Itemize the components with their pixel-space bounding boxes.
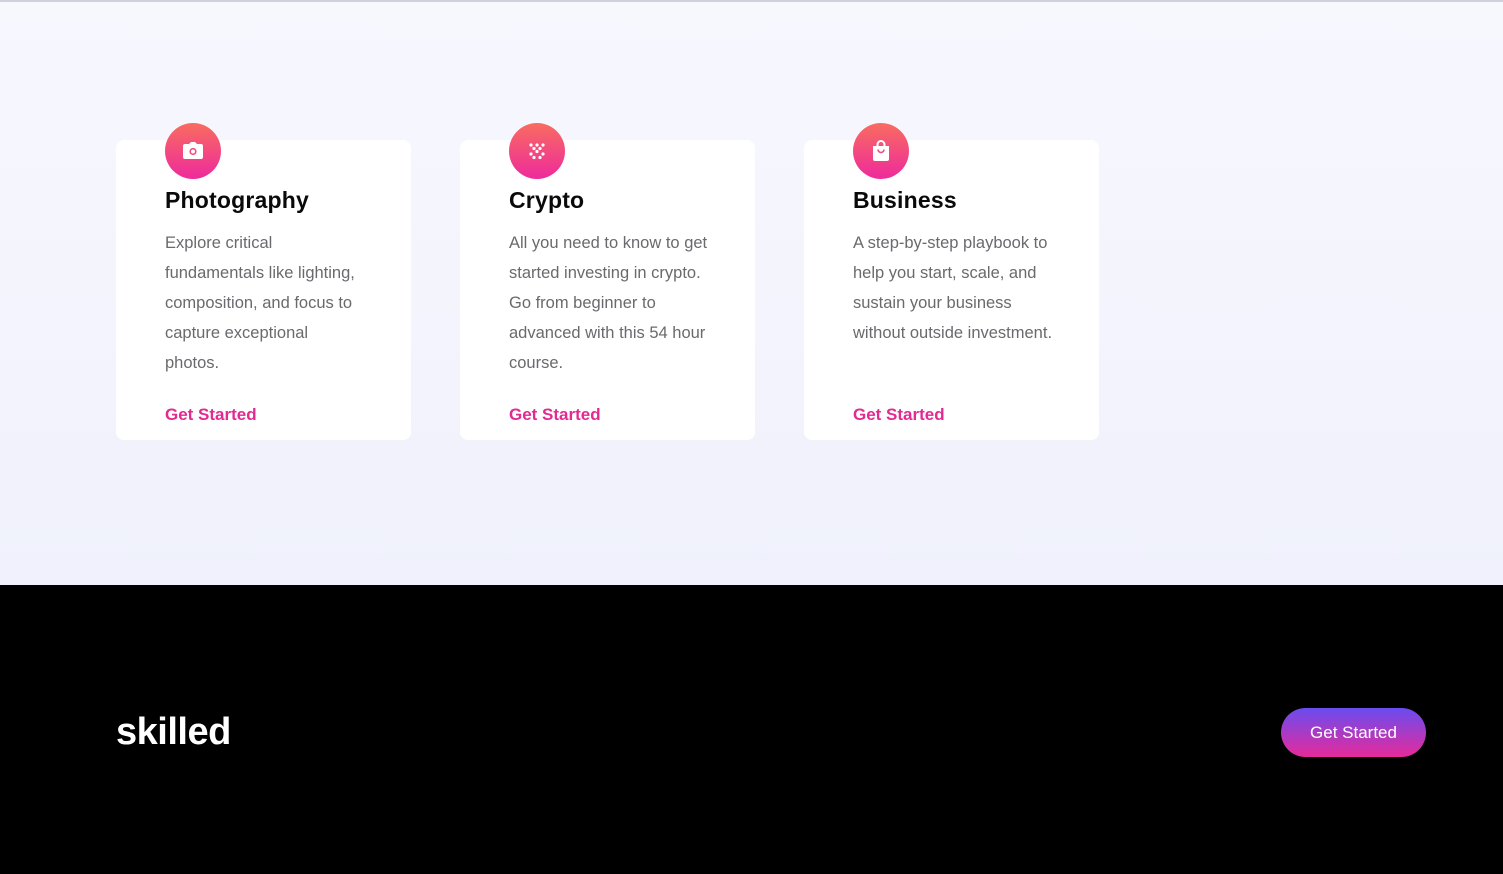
card-description: A step-by-step playbook to help you star… <box>853 234 1053 342</box>
card-description: Explore critical fundamentals like light… <box>165 234 355 372</box>
card-description: All you need to know to get started inve… <box>509 234 708 372</box>
get-started-button[interactable]: Get Started <box>1281 708 1426 757</box>
get-started-link[interactable]: Get Started <box>165 405 257 425</box>
footer: skilled Get Started <box>0 585 1503 874</box>
course-card-photography: Photography Explore critical fundamental… <box>116 123 411 440</box>
footer-logo[interactable]: skilled <box>116 711 231 754</box>
course-card-business: Business A step-by-step playbook to help… <box>804 123 1099 440</box>
card-title: Photography <box>165 187 310 213</box>
shopping-bag-icon <box>853 123 909 179</box>
get-started-link[interactable]: Get Started <box>853 405 945 425</box>
crypto-icon <box>509 123 565 179</box>
card-title: Business <box>853 187 957 213</box>
get-started-link[interactable]: Get Started <box>509 405 601 425</box>
course-card-crypto: Crypto All you need to know to get start… <box>460 123 755 440</box>
camera-icon <box>165 123 221 179</box>
card-title: Crypto <box>509 187 585 213</box>
courses-section: Photography Explore critical fundamental… <box>0 2 1503 585</box>
